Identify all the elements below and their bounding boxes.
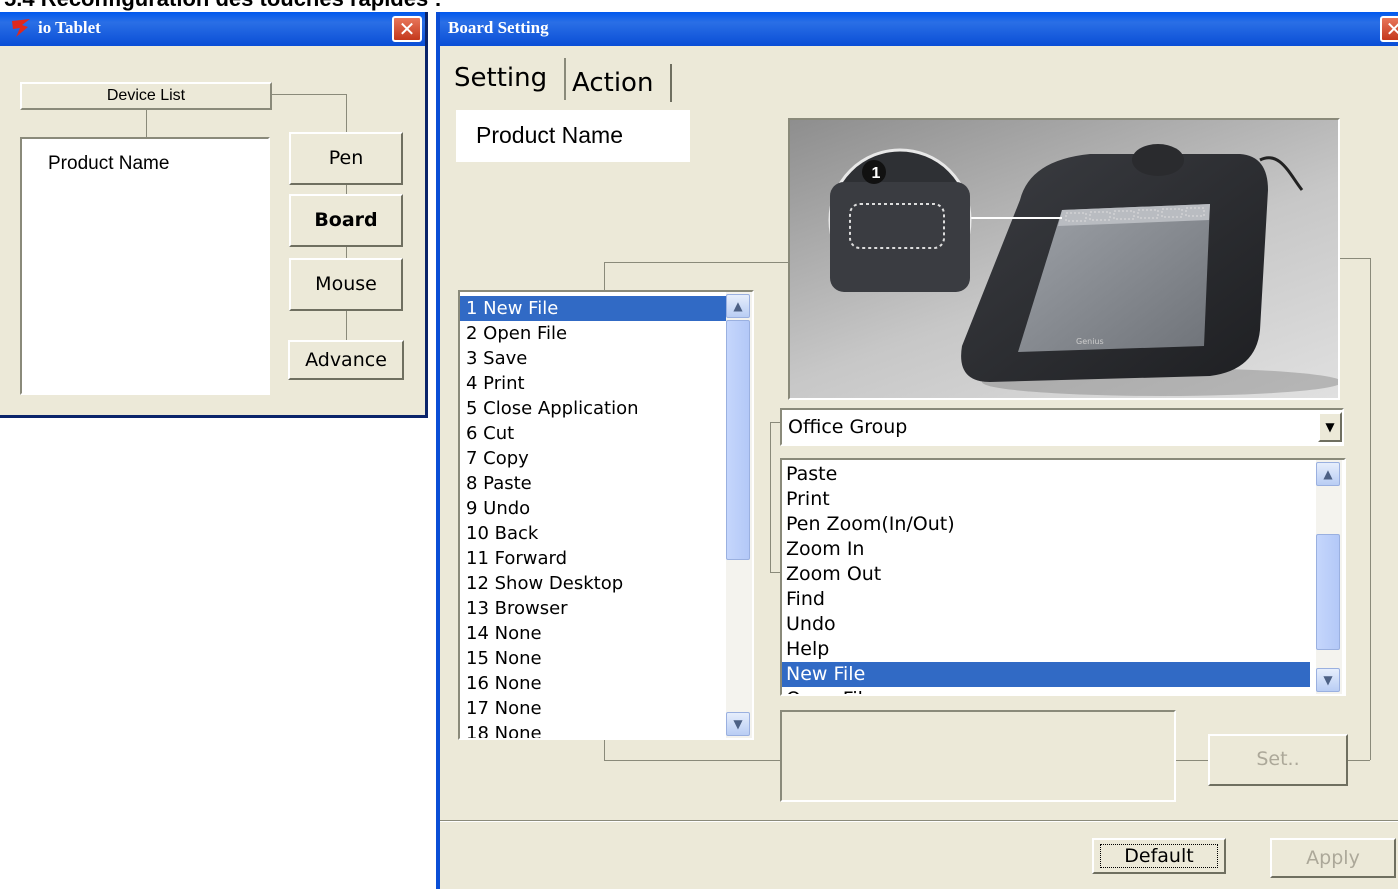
connector-line	[1348, 760, 1370, 761]
function-description-box	[780, 710, 1176, 802]
dropdown-arrow-button[interactable]: ▼	[1318, 412, 1342, 442]
board-setting-title: Board Setting	[448, 18, 549, 37]
connector-line	[770, 572, 780, 573]
io-tablet-window: io Tablet ✕ Device List Product Name Pen…	[0, 12, 428, 418]
pen-button[interactable]: Pen	[289, 132, 403, 185]
connector-line	[346, 185, 347, 194]
express-key-item[interactable]: 4 Print	[460, 371, 728, 396]
function-group-select[interactable]: Office Group ▼	[780, 408, 1344, 446]
tab-action[interactable]: Action	[568, 64, 672, 102]
key-list-scrollbar[interactable]: ▲ ▼	[726, 292, 752, 738]
connector-line	[1176, 760, 1208, 761]
scroll-down-button[interactable]: ▼	[1316, 668, 1340, 692]
chevron-down-icon: ▼	[1323, 673, 1333, 687]
board-setting-title-bar[interactable]: Board Setting ✕	[440, 12, 1398, 46]
express-key-item[interactable]: 17 None	[460, 696, 728, 721]
express-key-item[interactable]: 16 None	[460, 671, 728, 696]
express-key-item[interactable]: 5 Close Application	[460, 396, 728, 421]
mouse-button[interactable]: Mouse	[289, 258, 403, 311]
express-key-item[interactable]: 18 None	[460, 721, 728, 738]
chevron-down-icon: ▼	[1325, 420, 1335, 434]
io-tablet-title: io Tablet	[38, 18, 101, 37]
board-setting-window: Board Setting ✕ Setting Action Product N…	[436, 12, 1398, 889]
function-list[interactable]: Paste Print Pen Zoom(In/Out) Zoom In Zoom Ou…	[780, 458, 1346, 696]
connector-line	[770, 422, 780, 423]
express-key-item[interactable]: 12 Show Desktop	[460, 571, 728, 596]
callout-number: 1	[871, 165, 881, 182]
svg-text:Genius: Genius	[1076, 337, 1104, 346]
express-key-item[interactable]: 15 None	[460, 646, 728, 671]
scroll-up-button[interactable]: ▲	[726, 294, 750, 318]
scroll-thumb[interactable]	[726, 320, 750, 560]
io-tablet-logo-icon	[12, 19, 30, 37]
page-heading: 5.4 Reconfiguration des touches rapides …	[4, 0, 442, 12]
connector-line	[604, 262, 605, 290]
scroll-thumb[interactable]	[1316, 534, 1340, 650]
board-setting-close-button[interactable]: ✕	[1380, 16, 1398, 42]
chevron-down-icon: ▼	[733, 717, 743, 731]
device-list-item[interactable]: Product Name	[48, 153, 169, 175]
tab-setting[interactable]: Setting	[450, 58, 566, 100]
set-button[interactable]: Set..	[1208, 734, 1348, 786]
function-list-item[interactable]: Zoom In	[782, 537, 1310, 562]
close-icon: ✕	[1385, 17, 1398, 41]
device-list-label: Device List	[20, 82, 272, 110]
close-icon: ✕	[398, 17, 416, 41]
connector-line	[604, 262, 790, 263]
function-list-item[interactable]: New File	[782, 662, 1310, 687]
board-button[interactable]: Board	[289, 194, 403, 247]
tablet-product-image: Genius 1	[788, 118, 1340, 400]
function-list-item[interactable]: Zoom Out	[782, 562, 1310, 587]
advance-button[interactable]: Advance	[288, 340, 404, 380]
function-list-item[interactable]: Pen Zoom(In/Out)	[782, 512, 1310, 537]
connector-line	[770, 422, 771, 572]
connector-line	[346, 94, 347, 132]
express-key-item[interactable]: 13 Browser	[460, 596, 728, 621]
express-key-list[interactable]: 1 New File 2 Open File 3 Save 4 Print 5 Clos…	[458, 290, 754, 740]
express-key-item[interactable]: 2 Open File	[460, 321, 728, 346]
tablet-illustration: Genius	[828, 144, 1338, 396]
default-button-label: Default	[1100, 844, 1218, 868]
connector-line	[1340, 258, 1370, 259]
connector-line	[346, 311, 347, 340]
express-key-item[interactable]: 14 None	[460, 621, 728, 646]
function-list-item[interactable]: Print	[782, 487, 1310, 512]
default-button[interactable]: Default	[1092, 838, 1226, 874]
footer-divider	[440, 820, 1398, 822]
connector-line	[604, 760, 780, 761]
express-key-item[interactable]: 3 Save	[460, 346, 728, 371]
function-list-item[interactable]: Undo	[782, 612, 1310, 637]
apply-button[interactable]: Apply	[1270, 838, 1396, 878]
function-list-item[interactable]: Find	[782, 587, 1310, 612]
connector-line	[146, 110, 147, 137]
connector-line	[272, 94, 347, 95]
scroll-down-button[interactable]: ▼	[726, 712, 750, 736]
function-list-item[interactable]: Help	[782, 637, 1310, 662]
io-tablet-title-bar[interactable]: io Tablet ✕	[0, 12, 425, 46]
function-list-item[interactable]: Open File	[782, 687, 1310, 694]
express-key-item[interactable]: 8 Paste	[460, 471, 728, 496]
express-key-item[interactable]: 11 Forward	[460, 546, 728, 571]
chevron-up-icon: ▲	[733, 299, 743, 313]
connector-line	[1370, 258, 1371, 760]
function-group-value: Office Group	[788, 416, 908, 438]
product-name-label: Product Name	[456, 110, 690, 162]
scroll-up-button[interactable]: ▲	[1316, 462, 1340, 486]
function-list-scrollbar[interactable]: ▲ ▼	[1316, 460, 1342, 694]
express-key-item[interactable]: 1 New File	[460, 296, 728, 321]
connector-line	[604, 740, 605, 760]
express-key-item[interactable]: 9 Undo	[460, 496, 728, 521]
function-list-item[interactable]: Paste	[782, 462, 1310, 487]
io-tablet-close-button[interactable]: ✕	[392, 16, 422, 42]
express-key-item[interactable]: 6 Cut	[460, 421, 728, 446]
chevron-up-icon: ▲	[1323, 467, 1333, 481]
connector-line	[346, 247, 347, 258]
device-list[interactable]: Product Name	[20, 137, 270, 395]
express-key-item[interactable]: 10 Back	[460, 521, 728, 546]
express-key-item[interactable]: 7 Copy	[460, 446, 728, 471]
